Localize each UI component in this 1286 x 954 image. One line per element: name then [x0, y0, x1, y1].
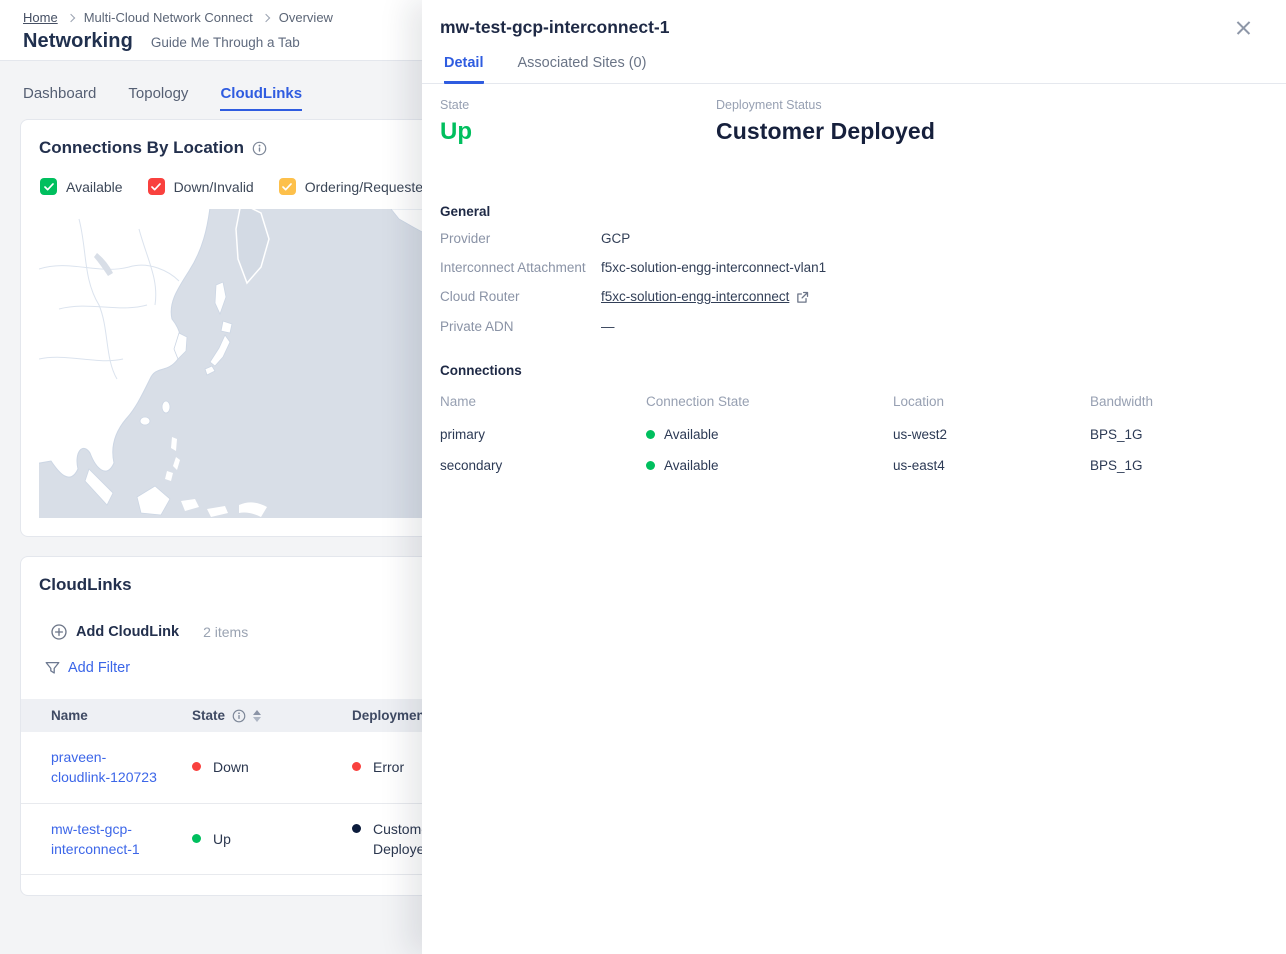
conn-header-location: Location: [893, 391, 1090, 419]
connection-row: secondary Available us-east4 BPS_1G: [440, 450, 1268, 481]
status-dot-green: [192, 834, 201, 843]
deployment-value: Error: [373, 757, 404, 777]
breadcrumb-home-link[interactable]: Home: [23, 10, 58, 25]
field-label: Cloud Router: [440, 288, 601, 306]
status-dot-green: [646, 461, 655, 470]
connections-section-title: Connections: [440, 363, 1268, 378]
conn-header-name: Name: [440, 391, 646, 419]
status-dot-red: [352, 762, 361, 771]
deployment-status-label: Deployment Status: [716, 98, 935, 112]
connections-card-title: Connections By Location: [39, 138, 244, 158]
connection-row: primary Available us-west2 BPS_1G: [440, 419, 1268, 450]
tab-dashboard[interactable]: Dashboard: [23, 85, 96, 111]
connection-name: primary: [440, 419, 646, 450]
breadcrumb-item[interactable]: Overview: [279, 10, 333, 25]
external-link-icon: [796, 291, 809, 304]
add-filter-label: Add Filter: [68, 660, 130, 676]
state-value: Up: [440, 118, 716, 146]
funnel-icon: [45, 661, 60, 676]
column-header-state: State: [192, 699, 352, 732]
field-value: GCP: [601, 230, 630, 248]
status-dot-navy: [352, 824, 361, 833]
cloudlink-name-link[interactable]: mw-test-gcp-interconnect-1: [51, 819, 165, 860]
cloudlink-detail-panel: mw-test-gcp-interconnect-1 Detail Associ…: [422, 0, 1286, 954]
sort-icon[interactable]: [253, 710, 261, 722]
field-cloud-router: Cloud Router f5xc-solution-engg-intercon…: [440, 288, 1268, 306]
field-private-adn: Private ADN —: [440, 318, 1268, 336]
field-interconnect-attachment: Interconnect Attachment f5xc-solution-en…: [440, 259, 1268, 277]
field-label: Provider: [440, 230, 601, 248]
checkbox-down-invalid[interactable]: [148, 178, 165, 195]
connections-table: Name Connection State Location Bandwidth…: [440, 391, 1268, 481]
general-section-title: General: [440, 204, 1268, 219]
info-icon[interactable]: [252, 141, 267, 156]
panel-tab-detail[interactable]: Detail: [444, 55, 484, 84]
legend-label: Down/Invalid: [174, 179, 254, 195]
breadcrumb-item[interactable]: Multi-Cloud Network Connect: [84, 10, 253, 25]
conn-header-state: Connection State: [646, 391, 893, 419]
items-count: 2 items: [203, 624, 248, 640]
cloud-router-link[interactable]: f5xc-solution-engg-interconnect: [601, 288, 809, 306]
add-cloudlink-label: Add CloudLink: [76, 624, 179, 640]
field-provider: Provider GCP: [440, 230, 1268, 248]
connection-state: Available: [664, 458, 719, 473]
plus-circle-icon: [51, 624, 67, 640]
checkbox-ordering[interactable]: [279, 178, 296, 195]
connection-location: us-east4: [893, 450, 1090, 481]
panel-title: mw-test-gcp-interconnect-1: [440, 17, 669, 38]
field-label: Interconnect Attachment: [440, 259, 601, 277]
state-value: Down: [213, 757, 249, 777]
status-dot-green: [646, 430, 655, 439]
field-label: Private ADN: [440, 318, 601, 336]
general-section: General Provider GCP Interconnect Attach…: [440, 204, 1268, 336]
chevron-right-icon: [262, 13, 270, 21]
guide-me-link[interactable]: Guide Me Through a Tab: [151, 35, 300, 50]
add-cloudlink-button[interactable]: Add CloudLink: [51, 624, 179, 640]
field-value: —: [601, 318, 615, 336]
state-value: Up: [213, 829, 231, 849]
connections-header-row: Name Connection State Location Bandwidth: [440, 391, 1268, 419]
deployment-status-value: Customer Deployed: [716, 118, 935, 145]
connection-bandwidth: BPS_1G: [1090, 419, 1268, 450]
checkbox-available[interactable]: [40, 178, 57, 195]
connection-bandwidth: BPS_1G: [1090, 450, 1268, 481]
legend-item-down-invalid: Down/Invalid: [148, 178, 254, 195]
legend-label: Available: [66, 179, 123, 195]
chevron-right-icon: [66, 13, 74, 21]
cloudlink-name-link[interactable]: praveen-cloudlink-120723: [51, 747, 165, 788]
conn-header-bandwidth: Bandwidth: [1090, 391, 1268, 419]
legend-item-available: Available: [40, 178, 123, 195]
column-header-name: Name: [21, 699, 192, 732]
connection-location: us-west2: [893, 419, 1090, 450]
cloud-router-link-label: f5xc-solution-engg-interconnect: [601, 288, 789, 306]
close-icon[interactable]: [1236, 20, 1252, 36]
tab-cloudlinks[interactable]: CloudLinks: [220, 85, 302, 111]
state-header-label: State: [192, 708, 225, 723]
page-title: Networking: [23, 30, 133, 53]
info-icon[interactable]: [232, 709, 246, 723]
connection-state: Available: [664, 427, 719, 442]
status-dot-red: [192, 762, 201, 771]
state-label: State: [440, 98, 716, 112]
connection-name: secondary: [440, 450, 646, 481]
tab-topology[interactable]: Topology: [128, 85, 188, 111]
panel-tabs: Detail Associated Sites (0): [422, 38, 1286, 84]
panel-tab-associated-sites[interactable]: Associated Sites (0): [518, 55, 647, 83]
field-value: f5xc-solution-engg-interconnect-vlan1: [601, 259, 826, 277]
connections-section: Connections Name Connection State Locati…: [440, 363, 1268, 481]
